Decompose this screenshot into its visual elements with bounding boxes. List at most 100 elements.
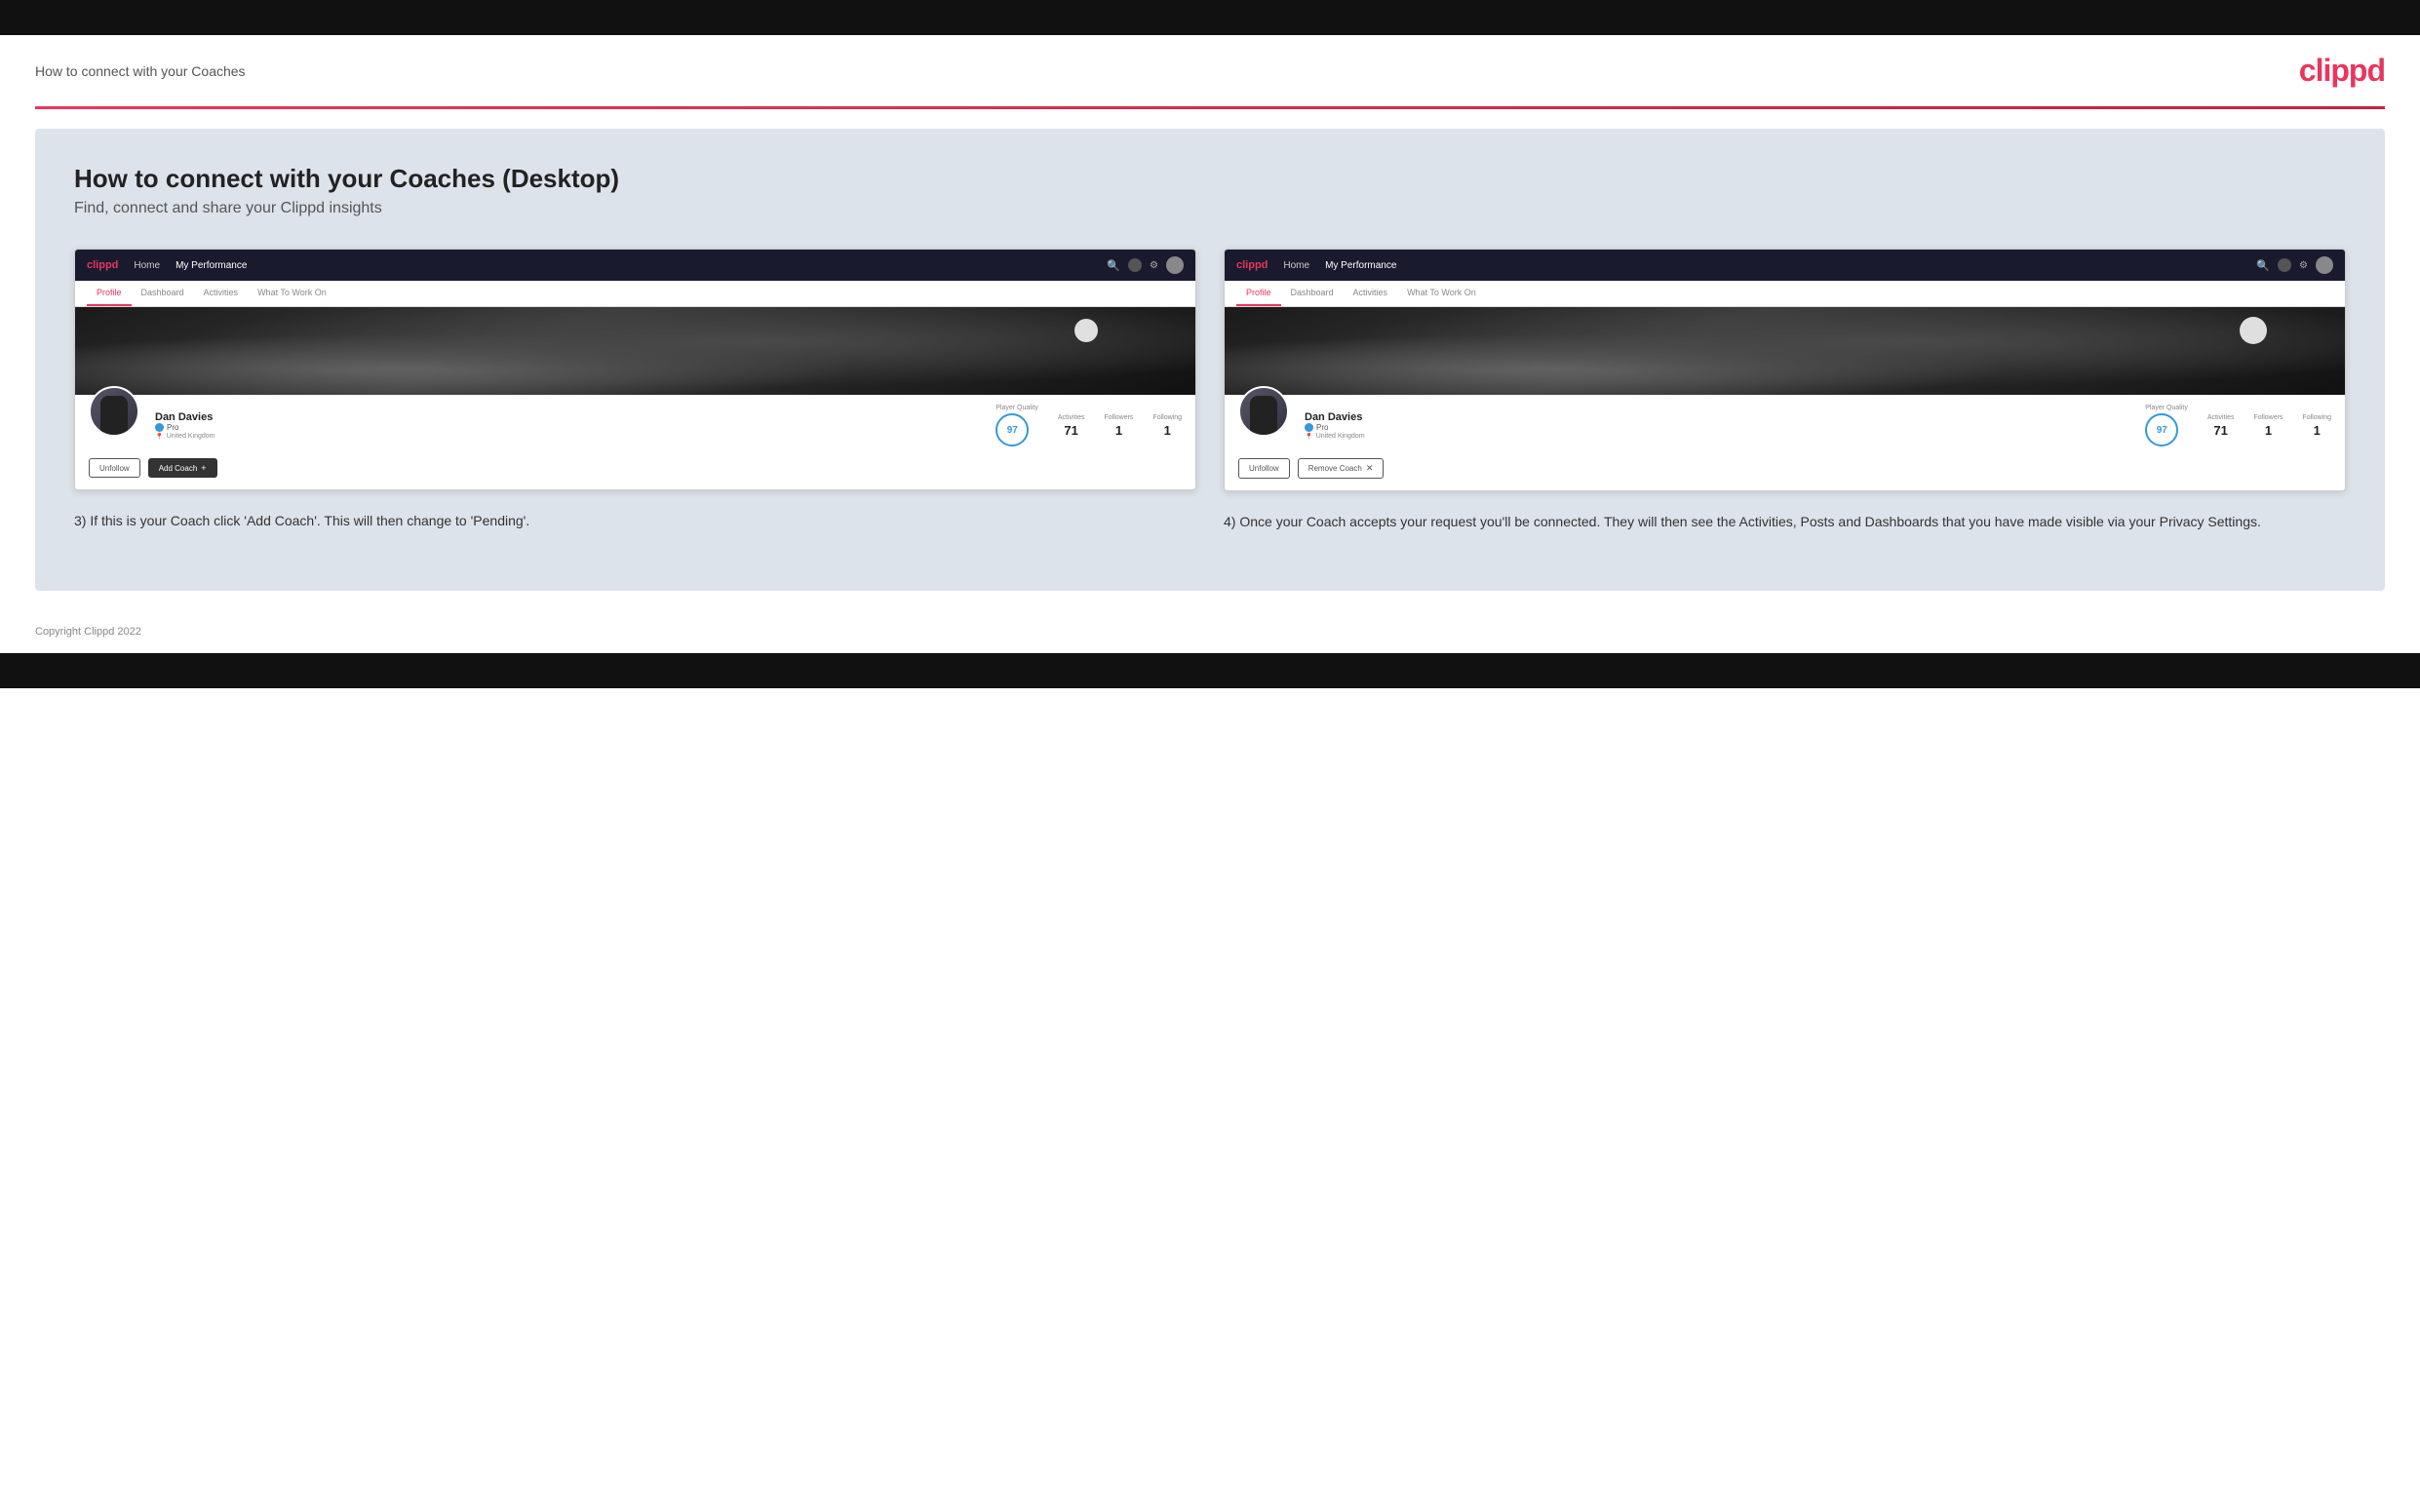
tab-dashboard-right[interactable]: Dashboard: [1281, 281, 1344, 306]
pro-badge-right: [1305, 423, 1313, 432]
copyright-text: Copyright Clippd 2022: [35, 626, 141, 638]
banner-image-right: [1225, 307, 2345, 395]
screenshot-frame-right: clippd Home My Performance 🔍 ⚙ Profile D…: [1224, 249, 2346, 491]
profile-info-row-left: Dan Davies Pro 📍 United Kingdom: [75, 395, 1195, 458]
profile-stats-left: Player Quality 97 Activities 71 Follower: [995, 405, 1182, 446]
following-value-right: 1: [2302, 423, 2331, 438]
footer: Copyright Clippd 2022: [0, 610, 2420, 653]
location-text-right: United Kingdom: [1316, 433, 1365, 440]
app-logo-left: clippd: [87, 259, 118, 271]
pro-badge-left: [155, 423, 164, 432]
bottom-bar: [0, 653, 2420, 688]
page-heading: How to connect with your Coaches (Deskto…: [74, 164, 2346, 194]
followers-value-right: 1: [2253, 423, 2283, 438]
profile-stats-right: Player Quality 97 Activities 71 Follower: [2145, 405, 2331, 446]
nav-my-performance-left[interactable]: My Performance: [176, 260, 247, 271]
settings-icon-left[interactable]: ⚙: [1150, 260, 1158, 271]
close-icon-right: ✕: [1366, 463, 1374, 474]
pq-circle-right: 97: [2145, 413, 2178, 446]
banner-image-left: [75, 307, 1195, 395]
profile-avatar-wrap-left: [89, 386, 139, 437]
caption-right: 4) Once your Coach accepts your request …: [1224, 511, 2346, 532]
pro-label-left: Pro: [167, 423, 178, 432]
activities-value-left: 71: [1058, 423, 1085, 438]
pq-value-right: 97: [2157, 425, 2167, 436]
location-text-left: United Kingdom: [167, 433, 215, 440]
stat-activities-left: Activities 71: [1058, 414, 1085, 438]
tab-dashboard-left[interactable]: Dashboard: [132, 281, 194, 306]
caption-left: 3) If this is your Coach click 'Add Coac…: [74, 510, 1196, 531]
stat-followers-right: Followers 1: [2253, 414, 2283, 438]
profile-info-row-right: Dan Davies Pro 📍 United Kingdom: [1225, 395, 2345, 458]
stat-following-left: Following 1: [1152, 414, 1182, 438]
profile-banner-right: [1225, 307, 2345, 395]
nav-right-right: 🔍 ⚙: [2256, 256, 2333, 274]
activities-label-left: Activities: [1058, 414, 1085, 421]
unfollow-button-right[interactable]: Unfollow: [1238, 458, 1290, 479]
location-icon-left: 📍: [155, 433, 164, 441]
following-label-left: Following: [1152, 414, 1182, 421]
tab-what-to-work-on-left[interactable]: What To Work On: [248, 281, 336, 306]
add-icon-left: +: [201, 463, 206, 473]
followers-label-left: Followers: [1104, 414, 1133, 421]
activities-label-right: Activities: [2207, 414, 2235, 421]
avatar-silhouette-left: [100, 396, 128, 435]
tab-activities-right[interactable]: Activities: [1344, 281, 1398, 306]
pq-label-left: Player Quality: [995, 405, 1038, 411]
remove-coach-button-right[interactable]: Remove Coach ✕: [1298, 458, 1385, 479]
profile-actions-right: Unfollow Remove Coach ✕: [1225, 458, 2345, 490]
profile-banner-left: [75, 307, 1195, 395]
profile-pro-left: Pro: [155, 423, 215, 432]
add-coach-label-left: Add Coach: [159, 464, 198, 473]
pq-value-left: 97: [1007, 425, 1018, 436]
profile-actions-left: Unfollow Add Coach +: [75, 458, 1195, 489]
app-tabs-right: Profile Dashboard Activities What To Wor…: [1225, 281, 2345, 307]
add-coach-button-left[interactable]: Add Coach +: [148, 458, 217, 478]
header: How to connect with your Coaches clippd: [0, 35, 2420, 106]
profile-name-right: Dan Davies: [1305, 411, 1365, 423]
pq-label-right: Player Quality: [2145, 405, 2188, 411]
top-bar: [0, 0, 2420, 35]
app-tabs-left: Profile Dashboard Activities What To Wor…: [75, 281, 1195, 307]
screenshot-col-left: clippd Home My Performance 🔍 ⚙ Profile D…: [74, 249, 1196, 532]
nav-home-right[interactable]: Home: [1283, 260, 1309, 271]
settings-icon-right[interactable]: ⚙: [2299, 260, 2308, 271]
profile-area-left: Dan Davies Pro 📍 United Kingdom: [75, 307, 1195, 489]
search-icon-left[interactable]: 🔍: [1107, 259, 1120, 272]
location-icon-right: 📍: [1305, 433, 1313, 441]
screenshot-frame-left: clippd Home My Performance 🔍 ⚙ Profile D…: [74, 249, 1196, 490]
app-navbar-left: clippd Home My Performance 🔍 ⚙: [75, 250, 1195, 281]
tab-profile-left[interactable]: Profile: [87, 281, 132, 306]
stat-player-quality-left: Player Quality 97: [995, 405, 1038, 446]
following-value-left: 1: [1152, 423, 1182, 438]
nav-avatar-left[interactable]: [1166, 256, 1184, 274]
remove-coach-label-right: Remove Coach: [1308, 464, 1362, 473]
nav-avatar-right[interactable]: [2316, 256, 2333, 274]
user-icon-left[interactable]: [1128, 258, 1142, 272]
avatar-silhouette-right: [1250, 396, 1277, 435]
page-subheading: Find, connect and share your Clippd insi…: [74, 200, 2346, 217]
profile-location-right: 📍 United Kingdom: [1305, 433, 1365, 441]
tab-what-to-work-on-right[interactable]: What To Work On: [1397, 281, 1486, 306]
unfollow-button-left[interactable]: Unfollow: [89, 458, 140, 478]
clippd-logo: clippd: [2299, 53, 2385, 89]
followers-label-right: Followers: [2253, 414, 2283, 421]
profile-area-right: Dan Davies Pro 📍 United Kingdom: [1225, 307, 2345, 490]
main-content: How to connect with your Coaches (Deskto…: [35, 129, 2385, 591]
profile-avatar-left: [89, 386, 139, 437]
app-logo-right: clippd: [1236, 259, 1268, 271]
screenshot-col-right: clippd Home My Performance 🔍 ⚙ Profile D…: [1224, 249, 2346, 532]
stat-player-quality-right: Player Quality 97: [2145, 405, 2188, 446]
stat-activities-right: Activities 71: [2207, 414, 2235, 438]
tab-activities-left[interactable]: Activities: [194, 281, 249, 306]
profile-avatar-wrap-right: [1238, 386, 1289, 437]
following-label-right: Following: [2302, 414, 2331, 421]
nav-my-performance-right[interactable]: My Performance: [1325, 260, 1396, 271]
user-icon-right[interactable]: [2278, 258, 2291, 272]
pq-circle-left: 97: [995, 413, 1029, 446]
tab-profile-right[interactable]: Profile: [1236, 281, 1281, 306]
search-icon-right[interactable]: 🔍: [2256, 259, 2270, 272]
app-navbar-right: clippd Home My Performance 🔍 ⚙: [1225, 250, 2345, 281]
nav-home-left[interactable]: Home: [134, 260, 160, 271]
activities-value-right: 71: [2207, 423, 2235, 438]
